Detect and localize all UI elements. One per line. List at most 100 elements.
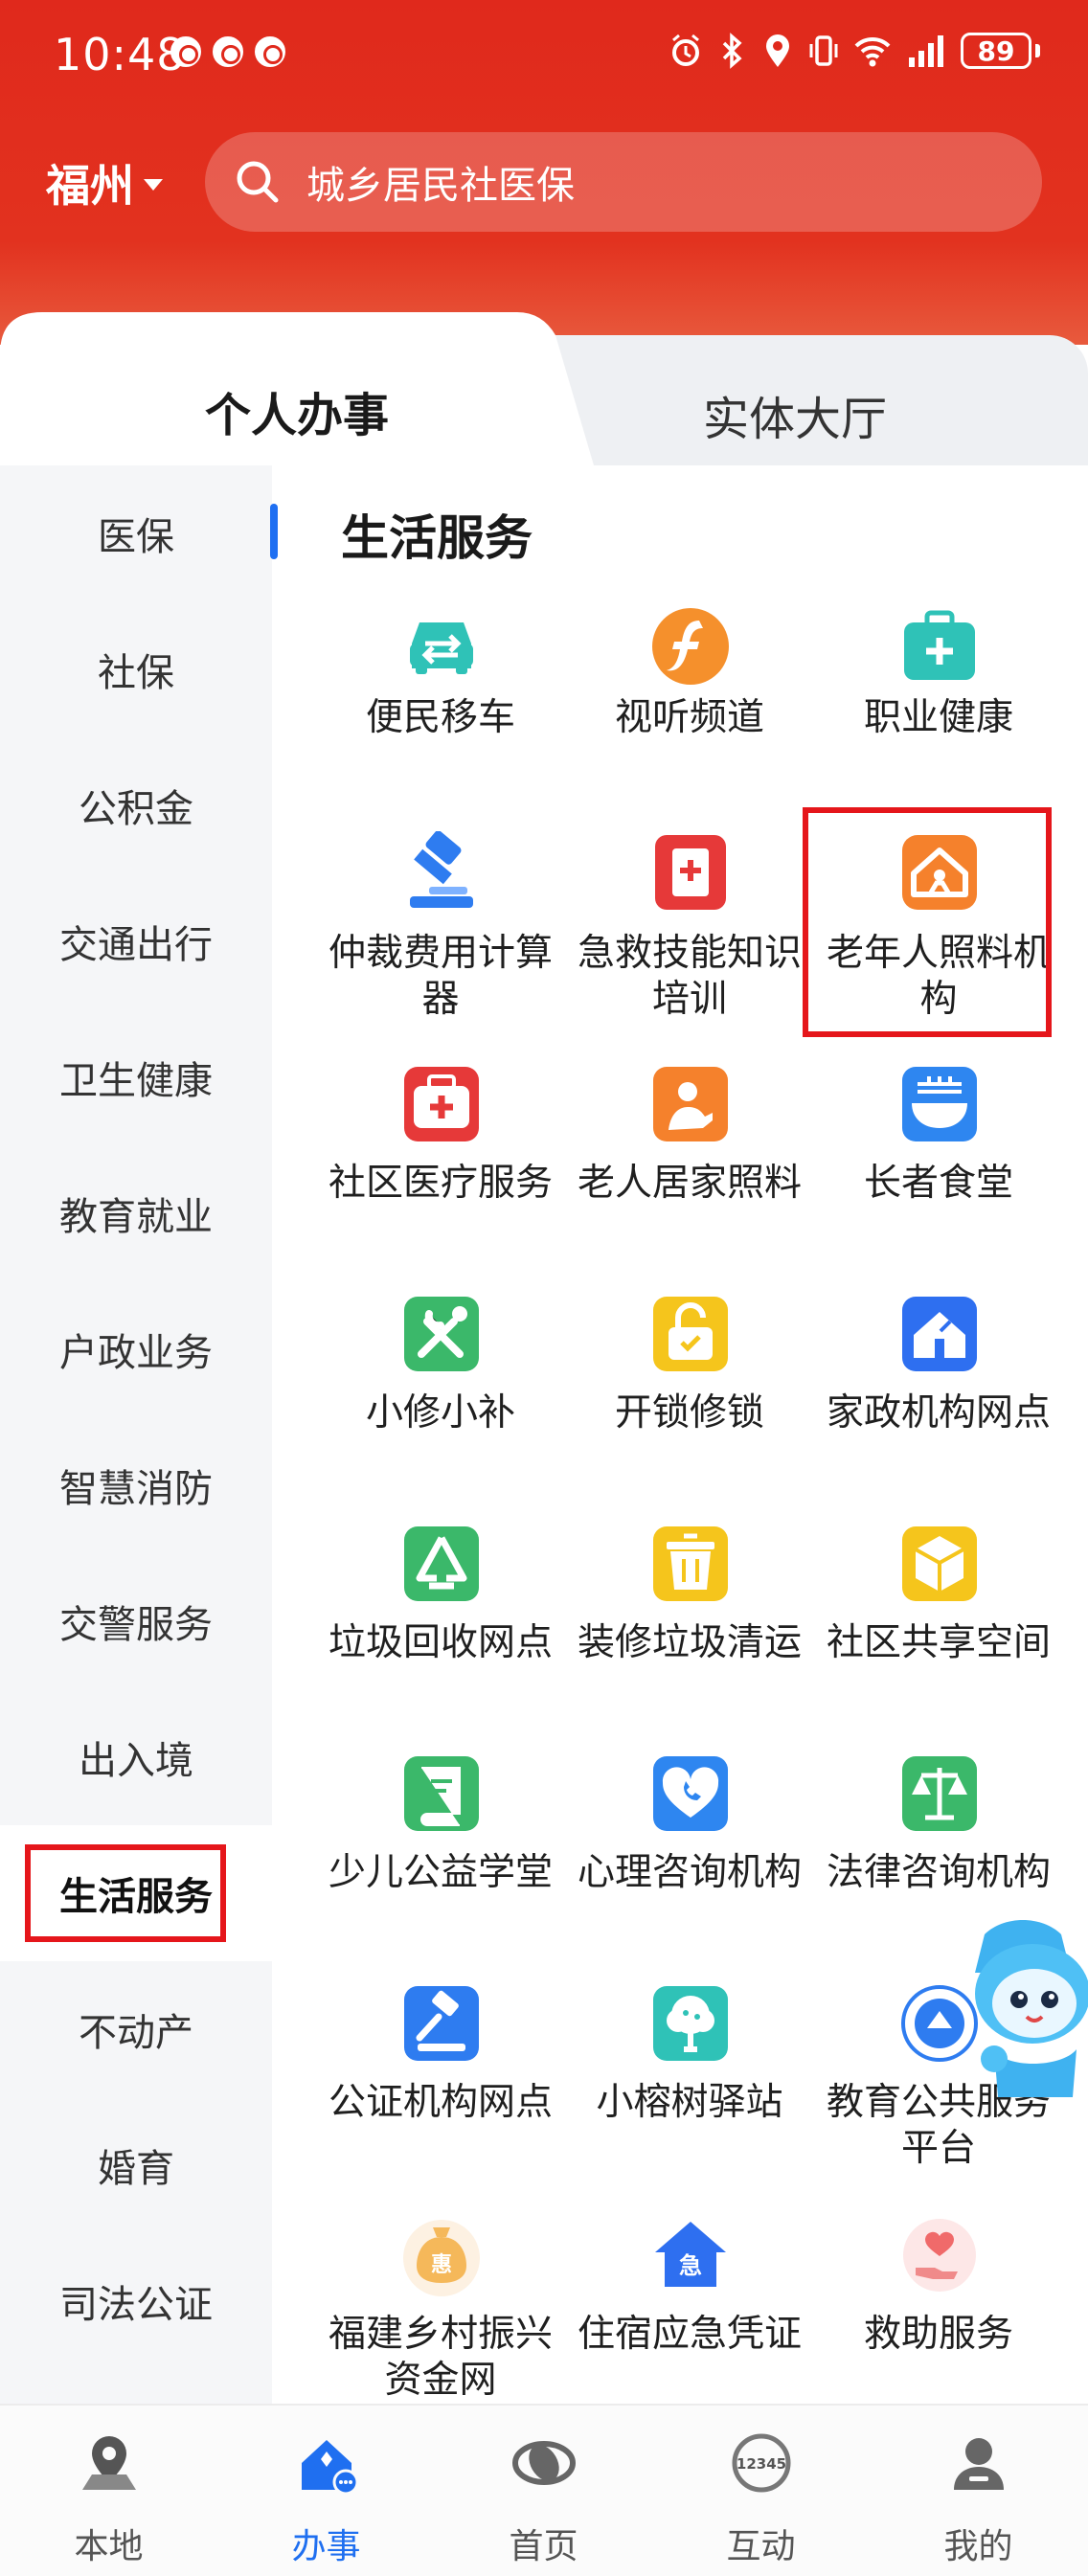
sidebar-item-social-security[interactable]: 社保 [0,601,272,737]
search-icon [237,161,279,203]
wifi-icon [854,36,891,67]
sidebar-item-health[interactable]: 卫生健康 [0,1009,272,1145]
box-icon [898,1523,981,1605]
highlight-box [25,1844,226,1942]
service-relief-assistance[interactable]: 救助服务 [814,2212,1063,2404]
signal-icon [909,35,943,67]
money-bag-icon: 惠 [400,2214,483,2296]
nav-label: 本地 [74,2527,144,2566]
sidebar-item-housing-fund[interactable]: 公积金 [0,737,272,873]
battery-indicator: 89 [961,33,1031,69]
service-label: 福建乡村振兴资金网 [328,2313,553,2402]
service-occupational-health[interactable]: 职业健康 [814,596,1063,739]
service-psychological-counseling[interactable]: 心理咨询机构 [565,1751,814,1942]
status-time: 10:48 [54,29,186,80]
service-label: 仲裁费用计算器 [328,932,553,1021]
helping-hand-icon [898,2214,981,2296]
service-community-medical[interactable]: 社区医疗服务 [316,1061,565,1253]
sidebar-item-real-estate[interactable]: 不动产 [0,1961,272,2097]
search-placeholder: 城乡居民社医保 [306,164,575,208]
service-renovation-waste[interactable]: 装修垃圾清运 [565,1521,814,1712]
nav-home[interactable]: 首页 [435,2406,652,2576]
nav-services[interactable]: 办事 [217,2406,435,2576]
sidebar-item-label: 教育就业 [59,1195,213,1239]
sidebar-item-label: 婚育 [98,2147,174,2191]
sidebar-item-label: 社保 [98,651,174,695]
tab-personal-affairs[interactable]: 个人办事 [0,377,594,444]
service-notary-outlets[interactable]: 公证机构网点 [316,1980,565,2172]
nav-label: 办事 [291,2527,361,2566]
city-selector[interactable]: 福州 [46,151,163,215]
car-icon [400,605,483,688]
mascot-icon[interactable] [956,1915,1088,2107]
sidebar-item-transport[interactable]: 交通出行 [0,873,272,1009]
service-home-elderly-care[interactable]: 老人居家照料 [565,1061,814,1253]
status-bar: 10:48 89 [0,0,1088,115]
housekeeping-icon [898,1293,981,1375]
service-legal-counseling[interactable]: 法律咨询机构 [814,1751,1063,1942]
service-senior-canteen[interactable]: 长者食堂 [814,1061,1063,1253]
heart-phone-icon [649,1752,732,1835]
sidebar-item-medical-insurance[interactable]: 医保 [0,465,272,601]
video-channel-icon [649,605,732,688]
svg-text:惠: 惠 [431,2253,452,2277]
status-right-icons: 89 [669,33,1040,69]
service-label: 垃圾回收网点 [328,1621,553,1664]
trash-bin-icon [649,1523,732,1605]
bottom-navigation: 本地 办事 首页 12345 互动 我的 [0,2404,1088,2576]
nav-local[interactable]: 本地 [0,2406,217,2576]
bluetooth-icon [722,33,742,69]
service-label: 住宿应急凭证 [577,2313,802,2356]
service-locksmith[interactable]: 开锁修锁 [565,1291,814,1482]
service-minor-repairs[interactable]: 小修小补 [316,1291,565,1482]
service-label: 视听频道 [614,696,764,739]
section-indicator [270,504,278,559]
service-label: 装修垃圾清运 [577,1621,802,1664]
service-label: 职业健康 [863,696,1013,739]
location-pin-icon [82,2436,136,2490]
service-children-public-school[interactable]: 少儿公益学堂 [316,1751,565,1942]
service-emergency-accommodation[interactable]: 急 住宿应急凭证 [565,2212,814,2404]
home-care-icon [649,1063,732,1145]
sidebar-item-education-employment[interactable]: 教育就业 [0,1145,272,1281]
service-label: 少儿公益学堂 [328,1851,553,1894]
service-label: 老人居家照料 [577,1162,802,1205]
sidebar-item-label: 智慧消防 [59,1467,213,1511]
tree-icon [649,1982,732,2065]
medical-bag-icon [400,1063,483,1145]
sidebar-item-traffic-police[interactable]: 交警服务 [0,1553,272,1689]
service-rural-revitalization-fund[interactable]: 惠 福建乡村振兴资金网 [316,2212,565,2404]
nav-label: 首页 [509,2527,578,2566]
sidebar-item-notary[interactable]: 司法公证 [0,2233,272,2369]
nav-profile[interactable]: 我的 [870,2406,1087,2576]
service-first-aid-training[interactable]: 急救技能知识培训 [565,825,814,1021]
notification-icon [170,36,201,67]
service-label: 社区共享空间 [826,1621,1051,1664]
alarm-icon [672,34,699,66]
service-housekeeping-outlets[interactable]: 家政机构网点 [814,1291,1063,1482]
sidebar-item-fire-safety[interactable]: 智慧消防 [0,1417,272,1553]
profile-icon [954,2438,1004,2490]
service-label: 公证机构网点 [328,2081,553,2124]
medical-kit-icon [898,605,981,688]
city-name: 福州 [46,160,134,212]
service-banyan-station[interactable]: 小榕树驿站 [565,1980,814,2172]
nav-interaction[interactable]: 12345 互动 [652,2406,870,2576]
sidebar-item-label: 交警服务 [59,1603,213,1647]
notification-icon [255,36,285,67]
sidebar-item-household[interactable]: 户政业务 [0,1281,272,1417]
tab-service-hall[interactable]: 实体大厅 [594,381,996,448]
search-input[interactable]: 城乡居民社医保 [205,132,1042,232]
service-convenient-car-moving[interactable]: 便民移车 [316,596,565,739]
sidebar-item-label: 不动产 [79,2011,193,2055]
service-label: 家政机构网点 [826,1391,1051,1435]
service-label: 法律咨询机构 [826,1851,1051,1894]
sidebar-item-immigration[interactable]: 出入境 [0,1689,272,1825]
service-arbitration-calculator[interactable]: 仲裁费用计算器 [316,825,565,1021]
service-community-shared-space[interactable]: 社区共享空间 [814,1521,1063,1712]
sidebar-item-marriage-birth[interactable]: 婚育 [0,2097,272,2233]
service-recycling-outlets[interactable]: 垃圾回收网点 [316,1521,565,1712]
service-video-channel[interactable]: 视听频道 [565,596,814,739]
sidebar-item-label: 卫生健康 [59,1059,213,1103]
tab-bar: 个人办事 实体大厅 [0,312,1088,465]
